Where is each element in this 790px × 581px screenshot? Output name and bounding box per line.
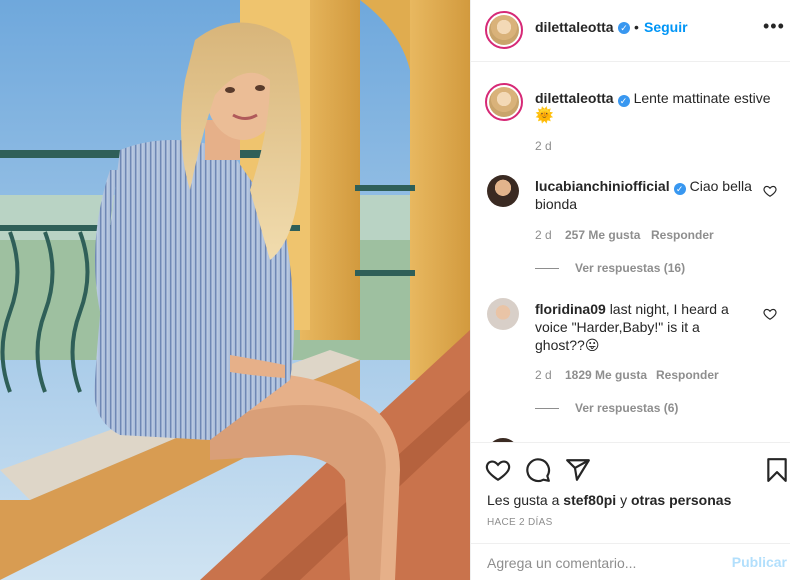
publish-button[interactable]: Publicar — [732, 554, 787, 570]
comment-like-heart-icon[interactable] — [763, 184, 777, 198]
author-username[interactable]: dilettaleotta — [535, 19, 614, 35]
verified-badge-icon: ✓ — [673, 183, 686, 195]
comment-input[interactable] — [485, 552, 719, 574]
view-replies-button[interactable]: Ver respuestas (6) — [535, 401, 678, 415]
comment-avatar[interactable] — [487, 175, 519, 207]
post-side-panel: dilettaleotta ✓ • Seguir ••• dilettaleot… — [470, 0, 790, 580]
comment-like-heart-icon[interactable] — [763, 307, 777, 321]
post-photo[interactable] — [0, 0, 470, 580]
likes-conjunction: y — [620, 492, 628, 508]
likes-summary: Les gusta a stef80pi y otras personas — [487, 492, 731, 508]
comments-list[interactable]: dilettaleotta ✓ Lente mattinate estive 🌞 2… — [471, 62, 790, 442]
instagram-post-view: dilettaleotta ✓ • Seguir ••• dilettaleot… — [0, 0, 790, 580]
comment-body-line: ghost??😛 — [535, 337, 600, 353]
paper-plane-icon[interactable] — [565, 457, 591, 483]
comment-time[interactable]: 2 d — [535, 228, 552, 242]
comment-avatar[interactable] — [487, 298, 519, 330]
comment-body-line: last night, I heard a — [609, 301, 729, 317]
comment-username[interactable]: lucabianchiniofficial — [535, 178, 670, 194]
verified-badge-icon: ✓ — [617, 95, 630, 107]
separator-dot: • — [634, 19, 639, 35]
comment-like-count[interactable]: 257 Me gusta — [565, 228, 640, 242]
caption-body: Lente mattinate estive — [633, 90, 771, 106]
comment-body-line: bionda — [535, 196, 578, 212]
verified-badge-icon: ✓ — [618, 22, 630, 34]
comment-bubble-icon[interactable] — [525, 457, 551, 483]
post-timestamp[interactable]: HACE 2 DÍAS — [487, 517, 553, 528]
post-header: dilettaleotta ✓ • Seguir ••• — [471, 0, 790, 62]
sun-emoji: 🌞 — [535, 107, 554, 124]
comment-like-count[interactable]: 1829 Me gusta — [565, 368, 647, 382]
comment-time[interactable]: 2 d — [535, 368, 552, 382]
heart-icon[interactable] — [485, 457, 511, 483]
view-replies-button[interactable]: Ver respuestas (16) — [535, 261, 685, 275]
bookmark-icon[interactable] — [764, 457, 790, 483]
comment-body-line: voice "Harder,Baby!" is it a — [535, 319, 700, 335]
tongue-emoji: 😛 — [584, 337, 600, 353]
comment-body-line: Ciao bella — [689, 178, 752, 194]
follow-button[interactable]: Seguir — [644, 19, 688, 35]
reply-button[interactable]: Responder — [656, 368, 719, 382]
post-image — [0, 0, 470, 580]
comment-text: floridina09 last night, I heard a — [535, 300, 729, 318]
caption-author-avatar[interactable] — [485, 83, 523, 121]
other-likers-link[interactable]: otras personas — [631, 492, 731, 508]
caption-username[interactable]: dilettaleotta — [535, 90, 614, 106]
comment-username[interactable]: floridina09 — [535, 301, 606, 317]
author-avatar[interactable] — [485, 11, 523, 49]
reply-button[interactable]: Responder — [651, 228, 714, 242]
likes-prefix: Les gusta a — [487, 492, 560, 508]
post-actions-bar: Les gusta a stef80pi y otras personas HA… — [471, 442, 790, 580]
comment-text: lucabianchiniofficial ✓ Ciao bella — [535, 177, 752, 195]
more-options-icon[interactable]: ••• — [763, 16, 785, 37]
caption-text: dilettaleotta ✓ Lente mattinate estive — [535, 89, 771, 107]
liker-username[interactable]: stef80pi — [563, 492, 616, 508]
add-comment-bar: Publicar — [471, 543, 790, 581]
caption-time[interactable]: 2 d — [535, 139, 552, 153]
